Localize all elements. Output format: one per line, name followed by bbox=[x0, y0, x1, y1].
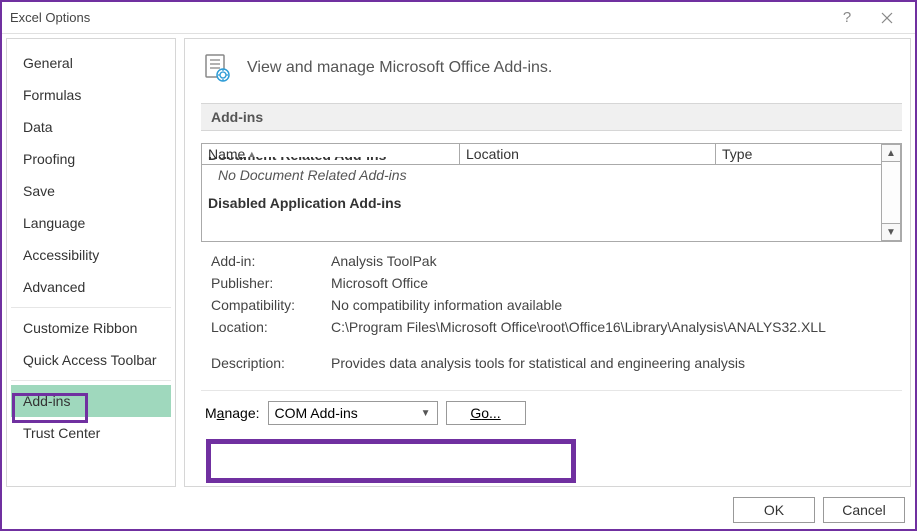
sidebar-item-trust-center[interactable]: Trust Center bbox=[11, 417, 171, 449]
go-button-label: Go... bbox=[470, 405, 500, 421]
header-text: View and manage Microsoft Office Add-ins… bbox=[247, 59, 552, 77]
sidebar-item-general[interactable]: General bbox=[11, 47, 171, 79]
addins-table: Name▲ Location Type Document Related Add… bbox=[201, 143, 902, 242]
manage-dropdown-value: COM Add-ins bbox=[275, 405, 358, 421]
titlebar: Excel Options ? bbox=[2, 2, 915, 34]
sidebar-item-advanced[interactable]: Advanced bbox=[11, 271, 171, 303]
detail-compat-label: Compatibility: bbox=[211, 297, 311, 313]
chevron-down-icon: ▼ bbox=[421, 408, 431, 419]
sidebar-item-data[interactable]: Data bbox=[11, 111, 171, 143]
divider bbox=[201, 390, 902, 391]
detail-publisher-label: Publisher: bbox=[211, 275, 311, 291]
detail-location-value: C:\Program Files\Microsoft Office\root\O… bbox=[331, 319, 892, 335]
detail-location-label: Location: bbox=[211, 319, 311, 335]
detail-publisher-value: Microsoft Office bbox=[331, 275, 892, 291]
content-header: View and manage Microsoft Office Add-ins… bbox=[201, 41, 902, 103]
detail-compat-value: No compatibility information available bbox=[331, 297, 892, 313]
table-body[interactable]: Document Related Add-ins No Document Rel… bbox=[202, 165, 901, 241]
detail-desc-value: Provides data analysis tools for statist… bbox=[331, 355, 892, 371]
sidebar-item-add-ins[interactable]: Add-ins bbox=[11, 385, 171, 417]
go-button[interactable]: Go... bbox=[446, 401, 526, 425]
sidebar-separator bbox=[11, 307, 171, 308]
content-pane: View and manage Microsoft Office Add-ins… bbox=[184, 38, 911, 487]
sidebar-item-language[interactable]: Language bbox=[11, 207, 171, 239]
manage-row: Manage: COM Add-ins ▼ Go... bbox=[201, 395, 902, 431]
sidebar-item-proofing[interactable]: Proofing bbox=[11, 143, 171, 175]
addins-icon bbox=[203, 53, 233, 83]
sidebar-separator bbox=[11, 380, 171, 381]
cancel-button[interactable]: Cancel bbox=[823, 497, 905, 523]
scrollbar[interactable]: ▲ ▼ bbox=[881, 144, 901, 241]
close-icon bbox=[881, 12, 893, 24]
scroll-up-button[interactable]: ▲ bbox=[881, 144, 901, 162]
help-button[interactable]: ? bbox=[827, 3, 867, 33]
ok-button[interactable]: OK bbox=[733, 497, 815, 523]
sidebar: General Formulas Data Proofing Save Lang… bbox=[6, 38, 176, 487]
window-title: Excel Options bbox=[10, 10, 827, 25]
no-document-addins: No Document Related Add-ins bbox=[208, 167, 873, 183]
addin-details: Add-in: Analysis ToolPak Publisher: Micr… bbox=[201, 242, 902, 382]
group-disabled-addins: Disabled Application Add-ins bbox=[208, 195, 873, 211]
manage-dropdown[interactable]: COM Add-ins ▼ bbox=[268, 401, 438, 425]
close-button[interactable] bbox=[867, 3, 907, 33]
section-title: Add-ins bbox=[201, 103, 902, 131]
manage-label: Manage: bbox=[205, 405, 260, 421]
scroll-track[interactable] bbox=[881, 162, 901, 223]
sidebar-item-quick-access-toolbar[interactable]: Quick Access Toolbar bbox=[11, 344, 171, 376]
sidebar-item-accessibility[interactable]: Accessibility bbox=[11, 239, 171, 271]
detail-addin-label: Add-in: bbox=[211, 253, 311, 269]
scroll-down-button[interactable]: ▼ bbox=[881, 223, 901, 241]
sidebar-item-save[interactable]: Save bbox=[11, 175, 171, 207]
group-document-related: Document Related Add-ins bbox=[208, 157, 873, 167]
detail-desc-label: Description: bbox=[211, 355, 311, 371]
sidebar-item-customize-ribbon[interactable]: Customize Ribbon bbox=[11, 312, 171, 344]
main: General Formulas Data Proofing Save Lang… bbox=[2, 34, 915, 491]
dialog-footer: OK Cancel bbox=[2, 491, 915, 529]
detail-addin-value: Analysis ToolPak bbox=[331, 253, 892, 269]
sidebar-item-formulas[interactable]: Formulas bbox=[11, 79, 171, 111]
